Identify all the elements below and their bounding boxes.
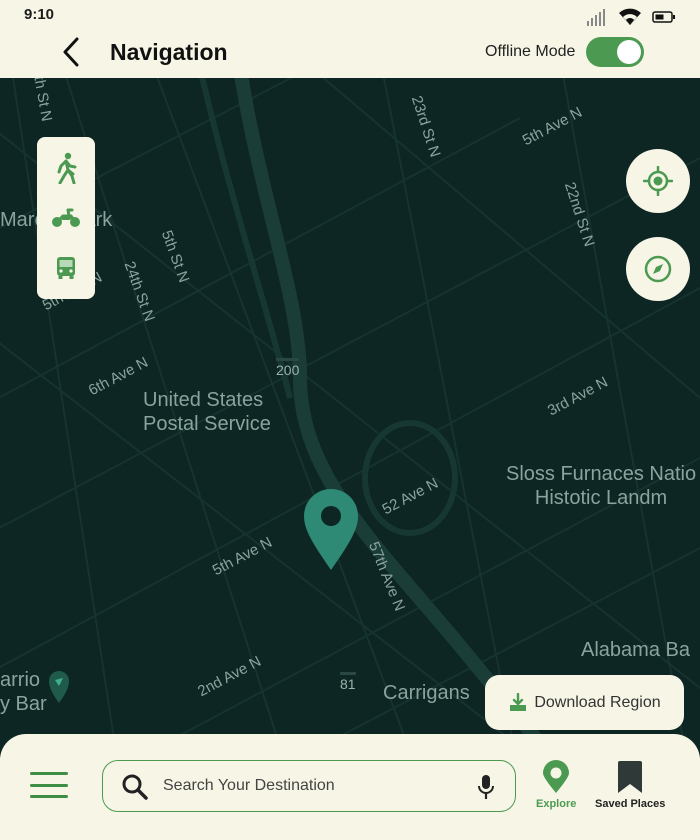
walk-icon (57, 152, 77, 184)
my-location-button[interactable] (626, 149, 690, 213)
app-bar: Navigation Offline Mode (0, 30, 700, 78)
my-location-icon (643, 166, 673, 196)
poi-line: arrio (0, 669, 41, 691)
download-icon (510, 692, 527, 711)
mode-bus-button[interactable] (46, 248, 86, 288)
search-icon (122, 774, 148, 800)
microphone-icon[interactable] (477, 774, 495, 800)
nav-explore[interactable]: Explore (536, 760, 576, 810)
nav-saved-places[interactable]: Saved Places (595, 760, 665, 810)
menu-line (30, 783, 68, 787)
search-input[interactable] (163, 773, 463, 799)
route-shield: 200 (276, 358, 300, 378)
bottom-bar: Explore Saved Places (0, 734, 700, 840)
poi-sloss-furnaces: Sloss Furnaces Natio Histotic Landm (506, 462, 696, 510)
motorcycle-icon (52, 208, 80, 227)
location-pin-icon (543, 760, 570, 793)
poi-postal-service: United States Postal Service (143, 388, 271, 436)
back-button[interactable] (56, 36, 86, 68)
back-arrow-icon (63, 37, 79, 67)
mode-walk-button[interactable] (46, 148, 86, 188)
status-bar: 9:10 (0, 0, 700, 30)
menu-button[interactable] (30, 772, 68, 798)
menu-line (30, 795, 68, 798)
nav-saved-places-label: Saved Places (595, 798, 666, 810)
wifi-icon (619, 8, 641, 25)
destination-pin-icon[interactable] (303, 488, 359, 572)
signal-icon (587, 9, 605, 26)
poi-line: y Bar (0, 693, 47, 715)
map-view[interactable]: 25th St N 23rd St N 22nd St N 5th Ave N … (0, 78, 700, 758)
bus-icon (57, 257, 75, 279)
status-icons (586, 8, 676, 26)
poi-line: United States (143, 389, 264, 411)
mode-motorcycle-button[interactable] (46, 198, 86, 238)
download-region-label: Download Region (534, 693, 661, 711)
poi-line: Postal Service (143, 413, 271, 435)
bookmark-icon (618, 761, 643, 793)
download-region-button[interactable]: Download Region (485, 675, 684, 730)
menu-line (30, 772, 68, 775)
battery-icon (652, 11, 675, 23)
poi-label: Carrigans (383, 682, 470, 704)
page-title: Navigation (110, 39, 228, 65)
offline-mode-toggle[interactable] (586, 37, 644, 67)
offline-mode-label: Offline Mode (485, 43, 576, 60)
status-time: 9:10 (24, 6, 55, 23)
compass-icon (644, 255, 672, 283)
poi-line: Sloss Furnaces Natio (506, 463, 697, 485)
toggle-knob (617, 40, 641, 64)
poi-line: Histotic Landm (534, 487, 668, 509)
search-bar[interactable] (102, 760, 516, 812)
poi-label: Alabama Ba (581, 639, 690, 661)
poi-marker-icon (49, 671, 69, 703)
route-shield: 81 (340, 672, 356, 692)
nav-explore-label: Explore (536, 798, 577, 810)
poi-mario-bar: arrio y Bar (0, 668, 47, 716)
travel-mode-panel (37, 137, 95, 299)
compass-button[interactable] (626, 237, 690, 301)
